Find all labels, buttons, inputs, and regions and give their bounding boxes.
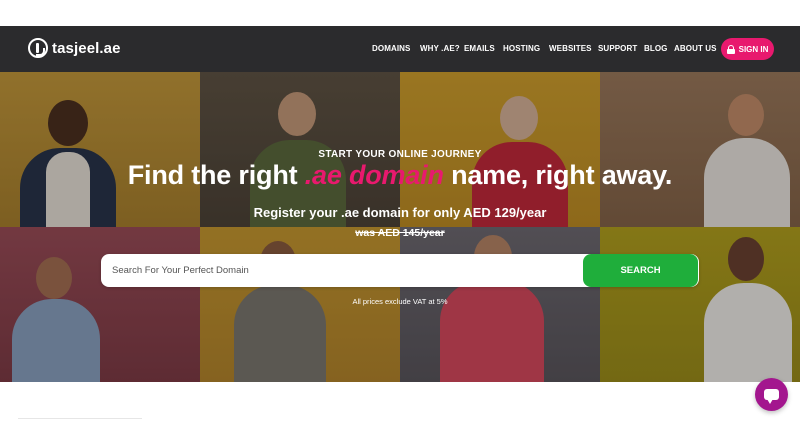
logo[interactable]: tasjeel.ae xyxy=(28,38,121,58)
search-button[interactable]: SEARCH xyxy=(583,254,698,287)
headline-accent: .ae domain xyxy=(304,160,444,190)
sign-in-button[interactable]: SIGN IN xyxy=(721,38,774,60)
sign-in-label: SIGN IN xyxy=(738,44,769,54)
logo-text: tasjeel.ae xyxy=(52,39,121,57)
nav-item-about-us[interactable]: ABOUT US xyxy=(674,44,717,53)
logo-mark-icon xyxy=(28,38,48,58)
page: tasjeel.ae DOMAINS WHY .AE? EMAILS HOSTI… xyxy=(0,0,800,445)
nav-item-support[interactable]: SUPPORT xyxy=(598,44,637,53)
nav-item-websites[interactable]: WEBSITES xyxy=(549,44,592,53)
domain-search-input[interactable] xyxy=(112,254,572,287)
headline-before: Find the right xyxy=(127,160,305,190)
divider xyxy=(18,418,142,419)
hero-price-offer: Register your .ae domain for only AED 12… xyxy=(253,205,547,220)
navbar: tasjeel.ae DOMAINS WHY .AE? EMAILS HOSTI… xyxy=(0,26,800,72)
nav-item-emails[interactable]: EMAILS xyxy=(464,44,495,53)
nav-item-why-ae[interactable]: WHY .AE? xyxy=(420,44,460,53)
hero: START YOUR ONLINE JOURNEY Find the right… xyxy=(0,72,800,382)
lock-icon xyxy=(726,44,735,54)
headline-after: name, right away. xyxy=(443,160,673,190)
nav-item-blog[interactable]: BLOG xyxy=(644,44,668,53)
top-strip xyxy=(0,0,800,26)
vat-note: All prices exclude VAT at 5% xyxy=(352,297,448,306)
hero-eyebrow: START YOUR ONLINE JOURNEY xyxy=(318,149,482,160)
hero-headline: Find the right .ae domain name, right aw… xyxy=(0,160,800,191)
chat-button[interactable] xyxy=(755,378,788,411)
hero-old-price: was AED 145/year xyxy=(355,227,445,239)
chat-bubble-icon xyxy=(764,389,779,404)
nav-item-hosting[interactable]: HOSTING xyxy=(503,44,540,53)
nav-item-domains[interactable]: DOMAINS xyxy=(372,44,410,53)
